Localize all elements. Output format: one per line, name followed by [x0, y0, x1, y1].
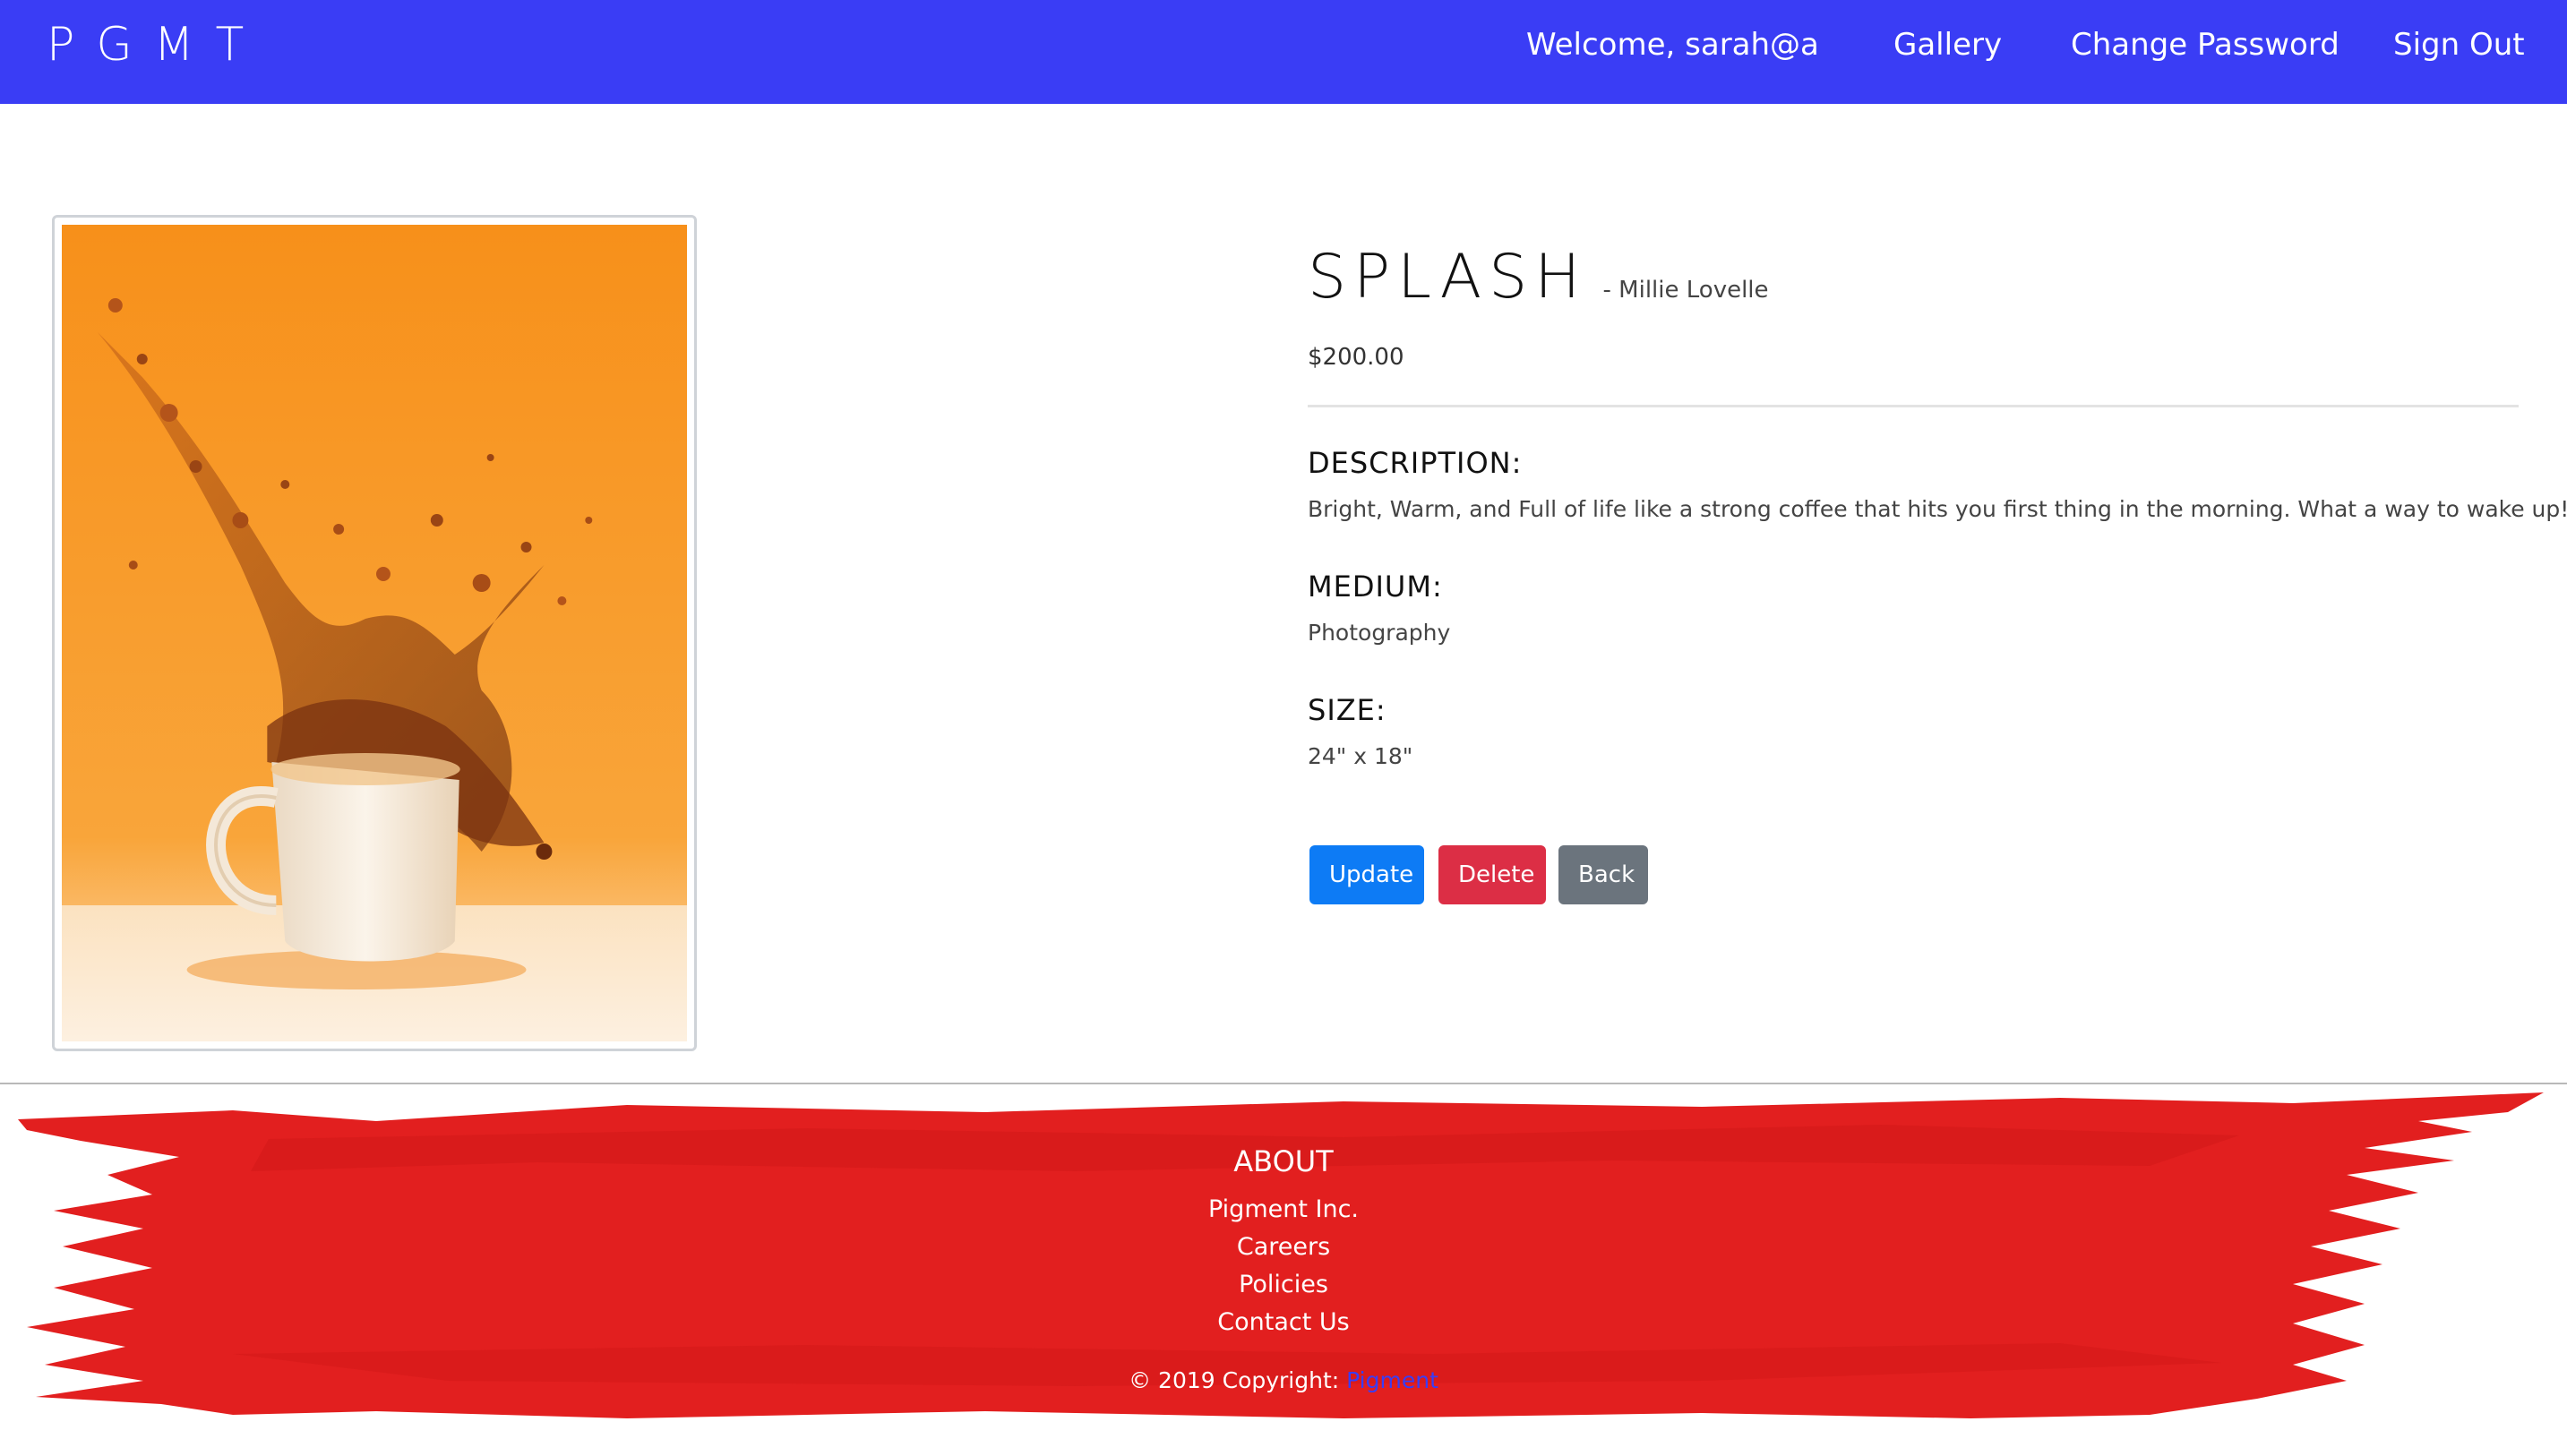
update-button[interactable]: Update — [1309, 845, 1424, 904]
copyright-pigment-link[interactable]: Pigment — [1346, 1367, 1438, 1393]
details-divider — [1308, 405, 2519, 407]
artwork-price: $200.00 — [1308, 344, 1404, 371]
delete-button[interactable]: Delete — [1438, 845, 1546, 904]
nav-change-password-link[interactable]: Change Password — [2071, 21, 2339, 68]
footer-divider — [0, 1083, 2567, 1084]
size-heading: SIZE: — [1308, 693, 1387, 727]
artwork-details: SPLASH - Millie Lovelle $200.00 DESCRIPT… — [1308, 240, 2567, 904]
coffee-splash-image — [62, 225, 687, 1041]
footer-link-policies[interactable]: Policies — [0, 1266, 2567, 1304]
footer-about-heading: ABOUT — [1233, 1144, 1334, 1178]
artwork-title: SPLASH — [1308, 242, 1588, 313]
title-row: SPLASH - Millie Lovelle — [1308, 240, 2519, 315]
description-text: Bright, Warm, and Full of life like a st… — [1308, 496, 2567, 522]
footer-link-careers[interactable]: Careers — [0, 1229, 2567, 1266]
medium-text: Photography — [1308, 620, 1451, 646]
nav-gallery-link[interactable]: Gallery — [1893, 21, 2002, 68]
back-button[interactable]: Back — [1558, 845, 1648, 904]
footer-copyright: © 2019 Copyright: Pigment — [0, 1363, 2567, 1399]
footer-link-pigment-inc[interactable]: Pigment Inc. — [0, 1191, 2567, 1229]
copyright-text: © 2019 Copyright: — [1129, 1367, 1340, 1393]
artwork-image-frame — [52, 215, 697, 1051]
brand-logo[interactable]: PGMT — [47, 13, 265, 77]
size-text: 24" x 18" — [1308, 743, 1413, 769]
footer-link-contact-us[interactable]: Contact Us — [0, 1304, 2567, 1341]
top-navbar: PGMT Welcome, sarah@a Gallery Change Pas… — [0, 0, 2567, 104]
welcome-user-text: Welcome, sarah@a — [1526, 27, 1819, 63]
nav-sign-out-link[interactable]: Sign Out — [2393, 21, 2525, 68]
description-heading: DESCRIPTION: — [1308, 446, 1523, 480]
footer: ABOUT Pigment Inc. Careers Policies Cont… — [0, 1139, 2567, 1399]
medium-heading: MEDIUM: — [1308, 570, 1443, 604]
artwork-artist: - Millie Lovelle — [1602, 277, 1769, 304]
